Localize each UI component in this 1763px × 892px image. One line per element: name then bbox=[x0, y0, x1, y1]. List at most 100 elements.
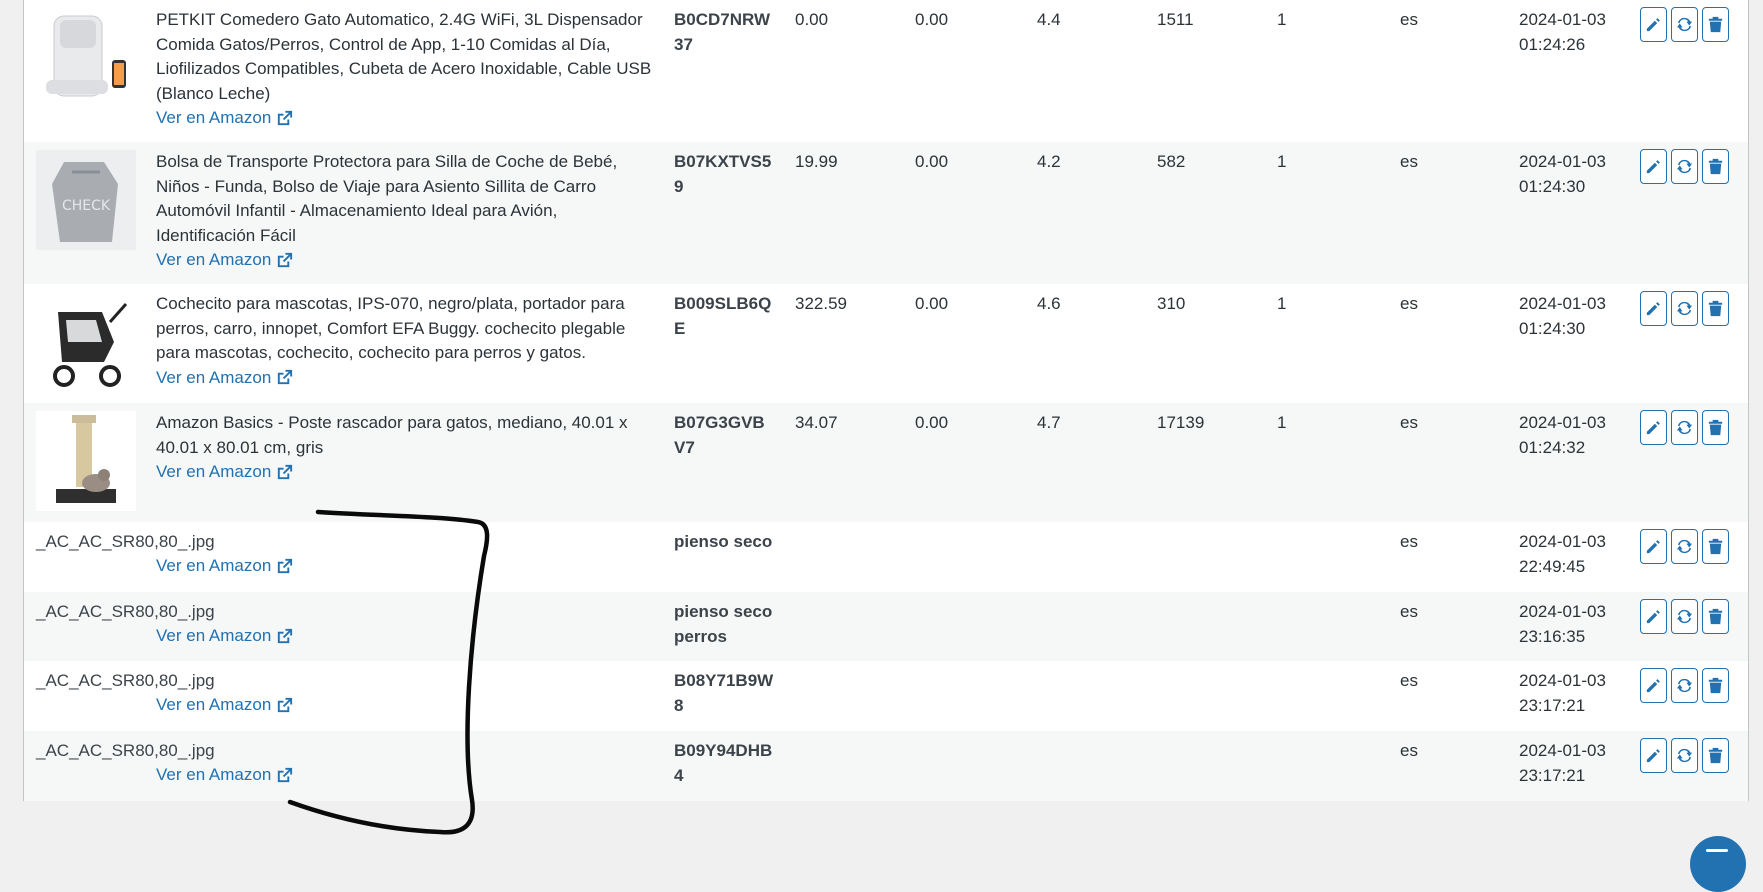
date-value: 2024-01-03 bbox=[1519, 413, 1606, 432]
rating-text: 4.7 bbox=[1037, 413, 1061, 432]
edit-button[interactable] bbox=[1640, 738, 1667, 773]
edit-button[interactable] bbox=[1640, 149, 1667, 184]
trash-icon bbox=[1708, 300, 1723, 317]
edit-button[interactable] bbox=[1640, 291, 1667, 326]
delete-button[interactable] bbox=[1702, 7, 1729, 42]
external-link-icon bbox=[278, 697, 293, 712]
amazon-link[interactable]: Ver en Amazon bbox=[156, 106, 294, 131]
amazon-link[interactable]: Ver en Amazon bbox=[156, 248, 294, 273]
time-value: 01:24:26 bbox=[1519, 34, 1586, 54]
delete-button[interactable] bbox=[1702, 410, 1729, 445]
time-value: 23:16:35 bbox=[1519, 626, 1586, 646]
rating-text: 4.2 bbox=[1037, 152, 1061, 171]
amazon-link[interactable]: Ver en Amazon bbox=[156, 366, 294, 391]
delete-button[interactable] bbox=[1702, 149, 1729, 184]
external-link-icon bbox=[278, 110, 293, 125]
pencil-icon bbox=[1646, 540, 1660, 554]
row-actions bbox=[1640, 668, 1729, 703]
refresh-icon bbox=[1676, 539, 1693, 554]
refresh-button[interactable] bbox=[1671, 291, 1698, 326]
amazon-link[interactable]: Ver en Amazon bbox=[156, 554, 294, 579]
amazon-link[interactable]: Ver en Amazon bbox=[156, 624, 294, 649]
delete-button[interactable] bbox=[1702, 529, 1729, 564]
old-price-text: 0.00 bbox=[915, 413, 949, 432]
price-text: 19.99 bbox=[795, 152, 838, 171]
product-image bbox=[36, 292, 136, 392]
refresh-icon bbox=[1676, 609, 1693, 624]
time-value: 01:24:30 bbox=[1519, 176, 1586, 196]
date-value: 2024-01-03 bbox=[1519, 10, 1606, 29]
external-link-icon bbox=[278, 628, 293, 643]
amazon-link-label: Ver en Amazon bbox=[156, 367, 272, 387]
amazon-link-label: Ver en Amazon bbox=[156, 250, 272, 269]
product-title-cell: Bolsa de Transporte Protectora para Sill… bbox=[156, 150, 656, 273]
edit-button[interactable] bbox=[1640, 668, 1667, 703]
date-text: 2024-01-03 22:49:45 bbox=[1519, 530, 1629, 579]
refresh-button[interactable] bbox=[1671, 149, 1698, 184]
reviews-text: 1511 bbox=[1157, 10, 1194, 29]
trash-icon bbox=[1708, 747, 1723, 764]
edit-button[interactable] bbox=[1640, 599, 1667, 634]
trash-icon bbox=[1708, 538, 1723, 555]
refresh-button[interactable] bbox=[1671, 529, 1698, 564]
date-value: 2024-01-03 bbox=[1519, 741, 1606, 760]
quantity-text: 1 bbox=[1277, 152, 1287, 171]
row-actions bbox=[1640, 738, 1729, 773]
time-value: 22:49:45 bbox=[1519, 556, 1586, 576]
pencil-icon bbox=[1646, 749, 1660, 763]
quantity-text: 1 bbox=[1277, 413, 1287, 432]
time-value: 23:17:21 bbox=[1519, 695, 1586, 715]
help-button[interactable] bbox=[1690, 836, 1746, 892]
refresh-icon bbox=[1676, 678, 1693, 693]
amazon-link-label: Ver en Amazon bbox=[156, 462, 272, 481]
edit-button[interactable] bbox=[1640, 7, 1667, 42]
old-price-text: 0.00 bbox=[915, 152, 949, 171]
refresh-icon bbox=[1676, 748, 1693, 763]
refresh-icon bbox=[1676, 159, 1693, 174]
table-row: PETKIT Comedero Gato Automatico, 2.4G Wi… bbox=[24, 0, 1748, 142]
refresh-button[interactable] bbox=[1671, 668, 1698, 703]
pencil-icon bbox=[1646, 18, 1660, 32]
asin-text: B07G3GVBV7 bbox=[674, 413, 765, 457]
old-price-text: 0.00 bbox=[915, 10, 949, 29]
delete-button[interactable] bbox=[1702, 738, 1729, 773]
date-text: 2024-01-03 01:24:32 bbox=[1519, 411, 1629, 460]
external-link-icon bbox=[278, 370, 293, 385]
date-value: 2024-01-03 bbox=[1519, 152, 1606, 171]
row-actions bbox=[1640, 599, 1729, 634]
refresh-button[interactable] bbox=[1671, 599, 1698, 634]
amazon-link[interactable]: Ver en Amazon bbox=[156, 460, 294, 485]
delete-button[interactable] bbox=[1702, 599, 1729, 634]
product-title-cell: Ver en Amazon bbox=[156, 693, 656, 718]
asin-text: B07KXTVS59 bbox=[674, 152, 772, 196]
edit-button[interactable] bbox=[1640, 410, 1667, 445]
svg-text:CHECK: CHECK bbox=[62, 198, 111, 214]
product-image bbox=[36, 10, 136, 102]
old-price-text: 0.00 bbox=[915, 294, 949, 313]
refresh-icon bbox=[1676, 17, 1693, 32]
language-text: es bbox=[1400, 741, 1418, 760]
pencil-icon bbox=[1646, 679, 1660, 693]
amazon-link-label: Ver en Amazon bbox=[156, 626, 272, 645]
pencil-icon bbox=[1646, 421, 1660, 435]
broken-image: _AC_AC_SR80,80_.jpg bbox=[36, 532, 215, 551]
amazon-link-label: Ver en Amazon bbox=[156, 695, 272, 714]
asin-text: B09Y94DHB4 bbox=[674, 741, 773, 785]
delete-button[interactable] bbox=[1702, 668, 1729, 703]
asin-text: pienso seco perros bbox=[674, 602, 773, 646]
amazon-link-label: Ver en Amazon bbox=[156, 556, 272, 575]
table-row: _AC_AC_SR80,80_.jpg Ver en Amazon pienso… bbox=[24, 592, 1748, 661]
date-text: 2024-01-03 23:16:35 bbox=[1519, 600, 1629, 649]
edit-button[interactable] bbox=[1640, 529, 1667, 564]
trash-icon bbox=[1708, 16, 1723, 33]
language-text: es bbox=[1400, 413, 1418, 432]
language-text: es bbox=[1400, 532, 1418, 551]
delete-button[interactable] bbox=[1702, 291, 1729, 326]
refresh-button[interactable] bbox=[1671, 738, 1698, 773]
amazon-link[interactable]: Ver en Amazon bbox=[156, 693, 294, 718]
refresh-button[interactable] bbox=[1671, 7, 1698, 42]
amazon-link[interactable]: Ver en Amazon bbox=[156, 763, 294, 788]
date-value: 2024-01-03 bbox=[1519, 532, 1606, 551]
time-value: 01:24:32 bbox=[1519, 437, 1586, 457]
refresh-button[interactable] bbox=[1671, 410, 1698, 445]
